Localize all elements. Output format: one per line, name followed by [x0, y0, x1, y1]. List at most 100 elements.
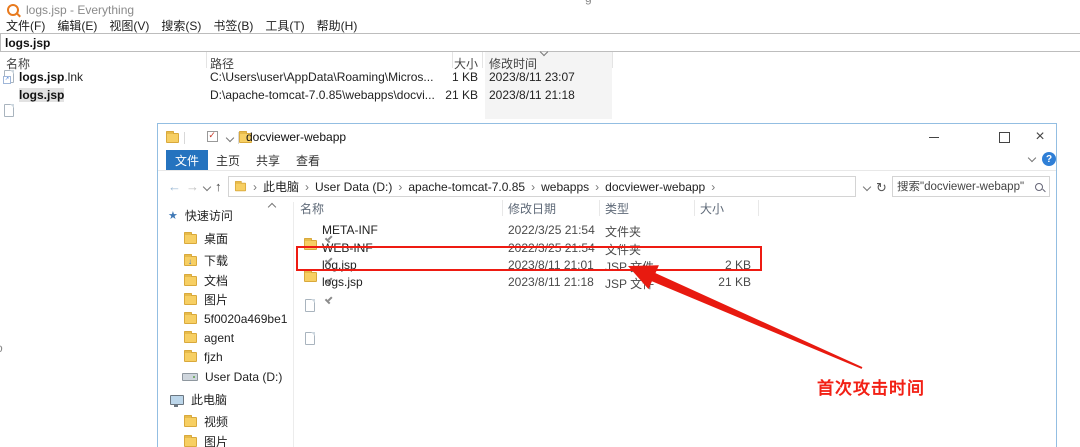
refresh-icon[interactable]: ↻	[876, 180, 887, 196]
result-size: 1 KB	[420, 70, 478, 84]
breadcrumb-item-webapps[interactable]: webapps	[525, 180, 589, 194]
result-path: C:\Users\user\AppData\Roaming\Micros...	[210, 70, 433, 84]
breadcrumb-item-docviewer-webapp[interactable]: docviewer-webapp	[589, 180, 705, 194]
sidebar-item-label: 下载	[204, 252, 228, 269]
folder-icon	[184, 333, 197, 343]
sidebar-item-label: 快速访问	[185, 207, 233, 224]
forward-icon[interactable]: →	[186, 179, 199, 194]
sidebar-item-label: 5f0020a469be1	[204, 312, 287, 326]
tab-view[interactable]: 查看	[296, 152, 320, 169]
file-type: JSP 文件	[605, 275, 654, 292]
desktop-folder-icon	[184, 234, 197, 244]
sidebar-item-label: 图片	[204, 433, 228, 447]
sidebar-item-agent[interactable]: agent	[184, 329, 234, 346]
everything-result-row[interactable]: ↗ logs.jsp.lnk C:\Users\user\AppData\Roa…	[0, 0, 1080, 16]
jsp-file-icon	[305, 332, 315, 345]
breadcrumb-item-tomcat[interactable]: apache-tomcat-7.0.85	[392, 180, 525, 194]
sidebar-item-label: agent	[204, 331, 234, 345]
menu-item-edit[interactable]: 编辑(E)	[57, 17, 97, 34]
screen: logs.jsp - Everything 文件(F) 编辑(E) 视图(V) …	[0, 0, 1080, 447]
everything-search-input[interactable]	[0, 33, 1080, 52]
maximize-button[interactable]	[988, 124, 1020, 150]
search-icon	[1035, 183, 1043, 191]
everything-menubar: 文件(F) 编辑(E) 视图(V) 搜索(S) 书签(B) 工具(T) 帮助(H…	[6, 17, 357, 34]
tab-home[interactable]: 主页	[216, 152, 240, 169]
close-button[interactable]: ×	[1024, 124, 1056, 150]
sidebar-item-videos[interactable]: 视频	[184, 413, 228, 430]
breadcrumb-item-drive[interactable]: User Data (D:)	[299, 180, 392, 194]
annotation-label: 首次攻击时间	[817, 374, 925, 399]
column-header-modified[interactable]: 修改日期	[508, 200, 556, 217]
explorer-search-input[interactable]	[893, 181, 1035, 193]
jsp-file-icon	[305, 299, 315, 312]
back-icon[interactable]: ←	[168, 179, 181, 194]
maximize-icon	[999, 132, 1010, 143]
folder-icon	[184, 314, 197, 324]
sidebar-item-desktop[interactable]: 桌面	[184, 230, 243, 247]
sidebar-item-label: 图片	[204, 291, 228, 308]
menu-item-help[interactable]: 帮助(H)	[317, 17, 358, 34]
column-header-size[interactable]: 大小	[700, 200, 724, 217]
column-divider	[694, 200, 695, 216]
up-icon[interactable]: ↑	[215, 179, 222, 194]
file-size: 21 KB	[698, 275, 751, 289]
breadcrumb-trailing-separator[interactable]	[705, 180, 721, 194]
sidebar-item-fjzh[interactable]: fjzh	[184, 348, 223, 365]
folder-icon	[235, 182, 246, 191]
column-divider	[599, 200, 600, 216]
breadcrumb-item-this-pc[interactable]: 此电脑	[247, 178, 299, 195]
address-bar[interactable]: 此电脑 User Data (D:) apache-tomcat-7.0.85 …	[228, 176, 856, 197]
menu-item-bookmarks[interactable]: 书签(B)	[213, 17, 253, 34]
file-name: logs.jsp	[322, 275, 363, 289]
sidebar-item-this-pc[interactable]: 此电脑	[170, 391, 227, 408]
quick-access-check-icon[interactable]	[207, 131, 218, 142]
folder-icon	[184, 352, 197, 362]
sidebar-item-quick-access[interactable]: ★ 快速访问	[168, 207, 233, 224]
tab-file[interactable]: 文件	[166, 150, 208, 170]
sidebar-item-label: 桌面	[204, 230, 228, 247]
file-modified: 2023/8/11 21:18	[508, 275, 594, 289]
menu-item-tools[interactable]: 工具(T)	[265, 17, 304, 34]
drive-icon	[182, 373, 198, 381]
menu-item-search[interactable]: 搜索(S)	[161, 17, 201, 34]
column-divider	[206, 52, 207, 68]
cropped-text-fragment: o	[0, 341, 3, 355]
folder-icon	[166, 133, 179, 143]
column-header-type[interactable]: 类型	[605, 200, 629, 217]
divider	[238, 132, 239, 144]
result-path: D:\apache-tomcat-7.0.85\webapps\docvi...	[210, 88, 435, 102]
tab-share[interactable]: 共享	[256, 152, 280, 169]
file-icon	[4, 104, 14, 117]
column-divider	[502, 200, 503, 216]
divider	[184, 132, 185, 144]
result-name: logs.jsp	[19, 70, 64, 84]
result-size: 21 KB	[420, 88, 478, 102]
explorer-search-box	[892, 176, 1050, 197]
divider	[158, 170, 1056, 171]
sidebar-item-pictures-2[interactable]: 图片	[184, 433, 228, 447]
sidebar-item-user-data-drive[interactable]: User Data (D:)	[182, 368, 282, 385]
everything-window-title: logs.jsp - Everything	[26, 3, 134, 17]
documents-folder-icon	[184, 276, 197, 286]
column-header-name[interactable]: 名称	[300, 200, 324, 217]
sidebar-item-5f0020a469be1[interactable]: 5f0020a469be1	[184, 310, 287, 327]
sidebar-item-label: 文档	[204, 272, 228, 289]
minimize-button[interactable]	[918, 124, 950, 150]
file-name: META-INF	[322, 223, 378, 237]
menu-item-file[interactable]: 文件(F)	[6, 17, 45, 34]
sidebar-item-pictures[interactable]: 图片	[184, 291, 243, 308]
sidebar-item-documents[interactable]: 文档	[184, 272, 243, 289]
explorer-window-title: docviewer-webapp	[246, 130, 346, 144]
videos-folder-icon	[184, 417, 197, 427]
folder-icon	[304, 272, 317, 282]
file-type: 文件夹	[605, 223, 641, 240]
sidebar-item-downloads[interactable]: ↓ 下载	[184, 252, 243, 269]
downloads-folder-icon: ↓	[184, 256, 197, 266]
sidebar-scroll-up-icon[interactable]	[268, 203, 276, 211]
this-pc-icon	[170, 395, 184, 405]
help-icon[interactable]: ?	[1042, 152, 1056, 166]
menu-item-view[interactable]: 视图(V)	[109, 17, 149, 34]
pictures-folder-icon	[184, 295, 197, 305]
pictures-folder-icon	[184, 437, 197, 447]
column-divider	[758, 200, 759, 216]
